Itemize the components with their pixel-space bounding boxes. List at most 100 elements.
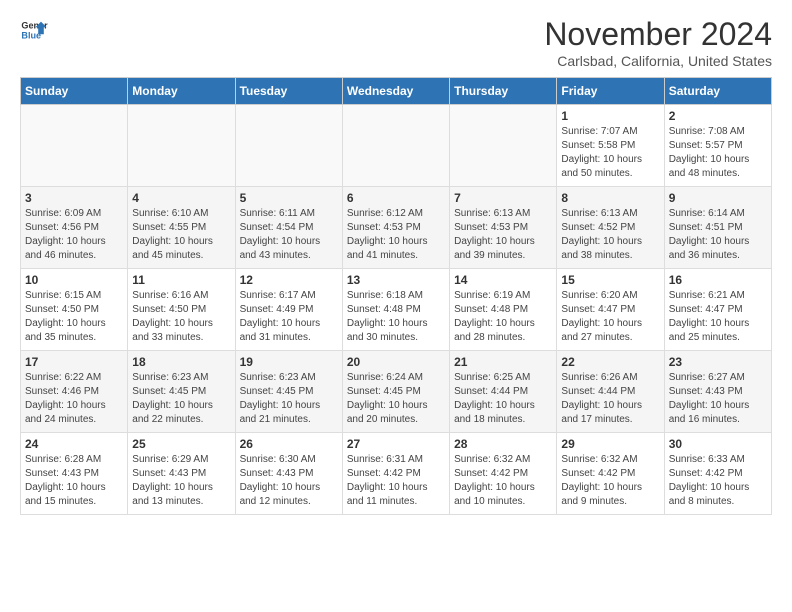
day-info: Sunrise: 6:14 AM Sunset: 4:51 PM Dayligh… <box>669 207 767 263</box>
calendar-cell: 18Sunrise: 6:23 AM Sunset: 4:45 PM Dayli… <box>128 351 235 433</box>
svg-text:Blue: Blue <box>21 30 41 40</box>
calendar-cell: 14 Sunrise: 6:19 AM Sunset: 4:48 PM Dayli… <box>450 269 557 351</box>
day-info: Sunrise: 6:23 AM Sunset: 4:45 PM Dayligh… <box>240 371 338 427</box>
day-info: Sunrise: 6:26 AM Sunset: 4:44 PM Dayligh… <box>561 371 659 427</box>
calendar-cell: 2Sunrise: 7:08 AM Sunset: 5:57 PM Daylig… <box>664 105 771 187</box>
day-info: Sunrise: 6:29 AM Sunset: 4:43 PM Dayligh… <box>132 453 230 509</box>
calendar-cell: 21Sunrise: 6:25 AM Sunset: 4:44 PM Dayli… <box>450 351 557 433</box>
day-number: 20 <box>347 355 445 369</box>
day-number: 14 <box>454 273 552 287</box>
day-info: Sunrise: 6:13 AM Sunset: 4:53 PM Dayligh… <box>454 207 552 263</box>
week-row-5: 24 Sunrise: 6:28 AM Sunset: 4:43 PM Dayli… <box>21 433 772 515</box>
week-row-3: 10Sunrise: 6:15 AM Sunset: 4:50 PM Dayli… <box>21 269 772 351</box>
day-info: Sunrise: 6:13 AM Sunset: 4:52 PM Dayligh… <box>561 207 659 263</box>
day-number: 6 <box>347 191 445 205</box>
day-info: Sunrise: 6:23 AM Sunset: 4:45 PM Dayligh… <box>132 371 230 427</box>
calendar-cell: 24 Sunrise: 6:28 AM Sunset: 4:43 PM Dayli… <box>21 433 128 515</box>
week-row-4: 17Sunrise: 6:22 AM Sunset: 4:46 PM Dayli… <box>21 351 772 433</box>
calendar-cell: 12Sunrise: 6:17 AM Sunset: 4:49 PM Dayli… <box>235 269 342 351</box>
day-number: 1 <box>561 109 659 123</box>
calendar-cell: 3 Sunrise: 6:09 AM Sunset: 4:56 PM Daylig… <box>21 187 128 269</box>
day-number: 10 <box>25 273 123 287</box>
day-info: Sunrise: 6:27 AM Sunset: 4:43 PM Dayligh… <box>669 371 767 427</box>
logo: General Blue <box>20 16 48 44</box>
weekday-header-row: SundayMondayTuesdayWednesdayThursdayFrid… <box>21 78 772 105</box>
day-info: Sunrise: 6:31 AM Sunset: 4:42 PM Dayligh… <box>347 453 445 509</box>
day-info: Sunrise: 6:21 AM Sunset: 4:47 PM Dayligh… <box>669 289 767 345</box>
calendar-cell: 11 Sunrise: 6:16 AM Sunset: 4:50 PM Dayli… <box>128 269 235 351</box>
day-number: 23 <box>669 355 767 369</box>
title-block: November 2024 Carlsbad, California, Unit… <box>544 16 772 69</box>
day-number: 30 <box>669 437 767 451</box>
weekday-header-friday: Friday <box>557 78 664 105</box>
calendar-cell: 28Sunrise: 6:32 AM Sunset: 4:42 PM Dayli… <box>450 433 557 515</box>
calendar-cell: 4 Sunrise: 6:10 AM Sunset: 4:55 PM Daylig… <box>128 187 235 269</box>
location: Carlsbad, California, United States <box>544 53 772 69</box>
day-number: 11 <box>132 273 230 287</box>
day-number: 21 <box>454 355 552 369</box>
day-info: Sunrise: 6:22 AM Sunset: 4:46 PM Dayligh… <box>25 371 123 427</box>
logo-icon: General Blue <box>20 16 48 44</box>
day-info: Sunrise: 6:20 AM Sunset: 4:47 PM Dayligh… <box>561 289 659 345</box>
day-info: Sunrise: 6:19 AM Sunset: 4:48 PM Dayligh… <box>454 289 552 345</box>
calendar-cell: 19 Sunrise: 6:23 AM Sunset: 4:45 PM Dayli… <box>235 351 342 433</box>
calendar-cell <box>128 105 235 187</box>
calendar-cell: 15Sunrise: 6:20 AM Sunset: 4:47 PM Dayli… <box>557 269 664 351</box>
calendar-cell: 30 Sunrise: 6:33 AM Sunset: 4:42 PM Dayli… <box>664 433 771 515</box>
day-number: 19 <box>240 355 338 369</box>
calendar-cell: 8 Sunrise: 6:13 AM Sunset: 4:52 PM Daylig… <box>557 187 664 269</box>
day-number: 29 <box>561 437 659 451</box>
calendar-cell: 5Sunrise: 6:11 AM Sunset: 4:54 PM Daylig… <box>235 187 342 269</box>
week-row-2: 3 Sunrise: 6:09 AM Sunset: 4:56 PM Daylig… <box>21 187 772 269</box>
calendar-cell <box>450 105 557 187</box>
day-number: 8 <box>561 191 659 205</box>
weekday-header-thursday: Thursday <box>450 78 557 105</box>
calendar-cell: 20 Sunrise: 6:24 AM Sunset: 4:45 PM Dayli… <box>342 351 449 433</box>
day-info: Sunrise: 6:18 AM Sunset: 4:48 PM Dayligh… <box>347 289 445 345</box>
day-number: 7 <box>454 191 552 205</box>
day-info: Sunrise: 6:28 AM Sunset: 4:43 PM Dayligh… <box>25 453 123 509</box>
month-title: November 2024 <box>544 16 772 53</box>
calendar-table: SundayMondayTuesdayWednesdayThursdayFrid… <box>20 77 772 515</box>
calendar-cell: 9 Sunrise: 6:14 AM Sunset: 4:51 PM Daylig… <box>664 187 771 269</box>
weekday-header-tuesday: Tuesday <box>235 78 342 105</box>
day-number: 22 <box>561 355 659 369</box>
calendar-cell: 7 Sunrise: 6:13 AM Sunset: 4:53 PM Daylig… <box>450 187 557 269</box>
weekday-header-monday: Monday <box>128 78 235 105</box>
week-row-1: 1Sunrise: 7:07 AM Sunset: 5:58 PM Daylig… <box>21 105 772 187</box>
page-header: General Blue November 2024 Carlsbad, Cal… <box>20 16 772 69</box>
day-number: 27 <box>347 437 445 451</box>
calendar-cell <box>342 105 449 187</box>
day-number: 9 <box>669 191 767 205</box>
calendar-cell: 25Sunrise: 6:29 AM Sunset: 4:43 PM Dayli… <box>128 433 235 515</box>
day-info: Sunrise: 6:16 AM Sunset: 4:50 PM Dayligh… <box>132 289 230 345</box>
day-info: Sunrise: 6:24 AM Sunset: 4:45 PM Dayligh… <box>347 371 445 427</box>
day-number: 4 <box>132 191 230 205</box>
day-number: 26 <box>240 437 338 451</box>
calendar-cell: 29 Sunrise: 6:32 AM Sunset: 4:42 PM Dayli… <box>557 433 664 515</box>
day-info: Sunrise: 6:11 AM Sunset: 4:54 PM Dayligh… <box>240 207 338 263</box>
calendar-cell: 27 Sunrise: 6:31 AM Sunset: 4:42 PM Dayli… <box>342 433 449 515</box>
day-info: Sunrise: 6:12 AM Sunset: 4:53 PM Dayligh… <box>347 207 445 263</box>
calendar-cell: 26 Sunrise: 6:30 AM Sunset: 4:43 PM Dayli… <box>235 433 342 515</box>
day-info: Sunrise: 7:08 AM Sunset: 5:57 PM Dayligh… <box>669 125 767 181</box>
day-number: 3 <box>25 191 123 205</box>
calendar-cell: 10Sunrise: 6:15 AM Sunset: 4:50 PM Dayli… <box>21 269 128 351</box>
calendar-cell: 6 Sunrise: 6:12 AM Sunset: 4:53 PM Daylig… <box>342 187 449 269</box>
day-info: Sunrise: 6:30 AM Sunset: 4:43 PM Dayligh… <box>240 453 338 509</box>
day-number: 12 <box>240 273 338 287</box>
day-info: Sunrise: 6:32 AM Sunset: 4:42 PM Dayligh… <box>561 453 659 509</box>
calendar-cell: 22 Sunrise: 6:26 AM Sunset: 4:44 PM Dayli… <box>557 351 664 433</box>
day-number: 16 <box>669 273 767 287</box>
day-number: 24 <box>25 437 123 451</box>
weekday-header-sunday: Sunday <box>21 78 128 105</box>
calendar-cell <box>235 105 342 187</box>
calendar-cell: 16 Sunrise: 6:21 AM Sunset: 4:47 PM Dayli… <box>664 269 771 351</box>
day-info: Sunrise: 6:33 AM Sunset: 4:42 PM Dayligh… <box>669 453 767 509</box>
day-info: Sunrise: 6:10 AM Sunset: 4:55 PM Dayligh… <box>132 207 230 263</box>
day-number: 28 <box>454 437 552 451</box>
day-info: Sunrise: 6:09 AM Sunset: 4:56 PM Dayligh… <box>25 207 123 263</box>
calendar-cell: 13Sunrise: 6:18 AM Sunset: 4:48 PM Dayli… <box>342 269 449 351</box>
weekday-header-wednesday: Wednesday <box>342 78 449 105</box>
calendar-cell: 23 Sunrise: 6:27 AM Sunset: 4:43 PM Dayli… <box>664 351 771 433</box>
